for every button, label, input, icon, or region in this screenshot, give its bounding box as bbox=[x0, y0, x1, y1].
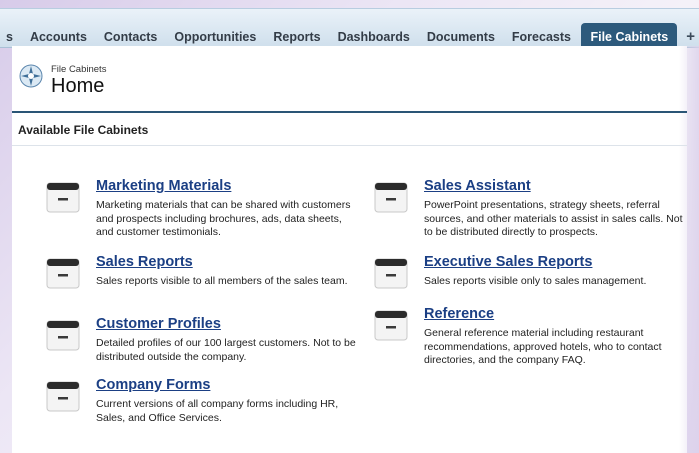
file-drawer-icon bbox=[46, 258, 80, 289]
cabinet-link[interactable]: Sales Reports bbox=[96, 254, 193, 270]
page-header: File Cabinets Home bbox=[12, 46, 687, 113]
cabinet-link[interactable]: Company Forms bbox=[96, 377, 210, 393]
file-drawer-icon bbox=[374, 310, 408, 341]
cabinet-description: Sales reports visible to all members of … bbox=[96, 275, 348, 287]
cabinet-link[interactable]: Executive Sales Reports bbox=[424, 254, 592, 270]
cabinet-description: Sales reports visible only to sales mana… bbox=[424, 275, 647, 287]
file-drawer-icon bbox=[374, 258, 408, 289]
app-frame: s Accounts Contacts Opportunities Report… bbox=[0, 0, 699, 453]
breadcrumb: File Cabinets bbox=[51, 64, 107, 75]
page-title: Home bbox=[51, 75, 105, 97]
section-header: Available File Cabinets bbox=[12, 116, 687, 146]
cabinet-description: General reference material including res… bbox=[424, 327, 662, 366]
file-drawer-icon bbox=[46, 320, 80, 351]
tab-bar: s Accounts Contacts Opportunities Report… bbox=[0, 8, 699, 51]
cabinet-link[interactable]: Marketing Materials bbox=[96, 178, 231, 194]
cabinet-description: Detailed profiles of our 100 largest cus… bbox=[96, 337, 356, 363]
cabinet-description: Marketing materials that can be shared w… bbox=[96, 199, 351, 238]
cabinet-description: Current versions of all company forms in… bbox=[96, 398, 339, 424]
section-title: Available File Cabinets bbox=[18, 123, 149, 137]
file-drawer-icon bbox=[46, 182, 80, 213]
file-drawer-icon bbox=[46, 381, 80, 412]
main-content: File Cabinets Home Available File Cabine… bbox=[12, 46, 699, 453]
cabinet-link[interactable]: Sales Assistant bbox=[424, 178, 531, 194]
file-drawer-icon bbox=[374, 182, 408, 213]
cabinet-link[interactable]: Customer Profiles bbox=[96, 316, 221, 332]
cabinet-description: PowerPoint presentations, strategy sheet… bbox=[424, 199, 683, 238]
cabinet-link[interactable]: Reference bbox=[424, 306, 494, 322]
file-cabinet-icon bbox=[19, 64, 43, 88]
